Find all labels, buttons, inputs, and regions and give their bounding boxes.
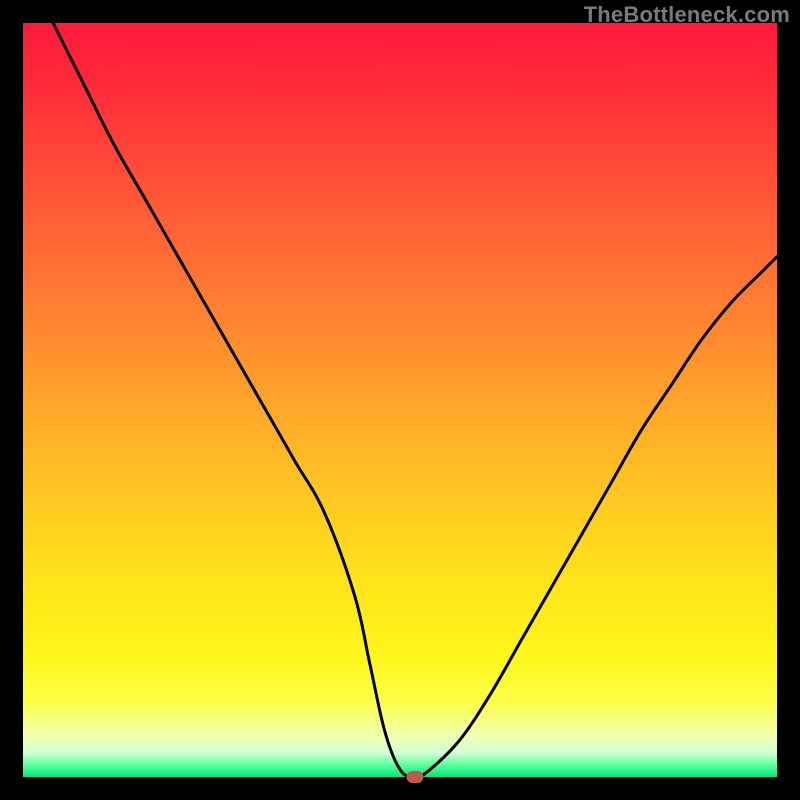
watermark-text: TheBottleneck.com — [584, 2, 790, 28]
bottleneck-curve — [23, 23, 777, 777]
chart-frame: TheBottleneck.com — [0, 0, 800, 800]
optimal-point-marker — [407, 771, 424, 783]
